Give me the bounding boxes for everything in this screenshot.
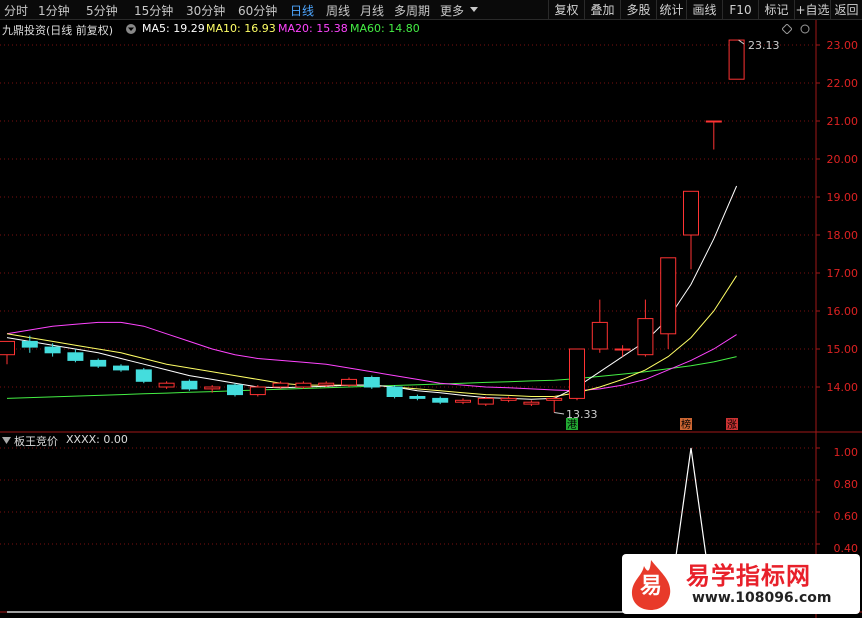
watermark-logo-char: 易	[640, 574, 663, 599]
candle-body	[181, 380, 198, 390]
sub-tick: 1.00	[834, 446, 859, 459]
candle-body	[341, 378, 357, 386]
sub-tick: 0.60	[834, 510, 859, 523]
candle	[546, 396, 563, 413]
candle	[569, 348, 585, 401]
candle	[295, 381, 312, 389]
candle	[249, 385, 266, 397]
candle-body	[21, 340, 38, 348]
candle-body	[67, 352, 84, 361]
tag-bang: 榜	[681, 418, 691, 431]
candle-body	[227, 384, 243, 396]
candle	[135, 368, 152, 384]
candle	[523, 400, 540, 406]
price-tick: 20.00	[827, 153, 859, 166]
high-price-annotation: 23.13	[748, 39, 780, 52]
candle	[432, 396, 449, 405]
candle-body	[455, 399, 471, 403]
price-tick: 23.00	[827, 39, 859, 52]
candle-body	[295, 382, 312, 388]
candle-body	[318, 382, 335, 386]
price-tick: 17.00	[827, 267, 859, 280]
price-tick: 21.00	[827, 115, 859, 128]
candle-body	[591, 321, 608, 350]
watermark-url: www.108096.com	[692, 590, 832, 606]
price-tick: 19.00	[827, 191, 859, 204]
candle-body	[90, 359, 107, 367]
price-tick: 16.00	[827, 305, 859, 318]
candle-body	[249, 386, 266, 396]
candle	[683, 190, 699, 270]
candle	[341, 377, 357, 387]
watermark-title: 易学指标网	[686, 562, 811, 590]
candle	[728, 39, 745, 80]
candle-body	[477, 397, 494, 405]
price-tick: 15.00	[827, 343, 859, 356]
price-tick: 22.00	[827, 77, 859, 90]
candle	[477, 396, 494, 406]
candle	[386, 385, 403, 399]
candle-body	[569, 348, 585, 399]
sub-tick: 0.80	[834, 478, 859, 491]
candle-body	[409, 396, 426, 399]
candle-body	[660, 257, 677, 335]
candle	[113, 364, 129, 372]
candle	[637, 299, 654, 357]
candle	[660, 257, 677, 349]
watermark-logo: 易 易学指标网 www.108096.com	[622, 554, 860, 614]
candle	[90, 358, 107, 368]
candle	[455, 398, 471, 405]
low-arrow	[554, 411, 565, 415]
candle-body	[113, 365, 129, 371]
candle	[500, 396, 517, 403]
candle	[409, 394, 426, 401]
chevron-down-icon[interactable]	[2, 436, 11, 445]
candle-body	[546, 397, 563, 401]
candle-body	[637, 318, 654, 356]
candle-body	[386, 386, 403, 397]
candle-body	[432, 397, 449, 403]
candle-body	[44, 346, 61, 354]
candle-body	[272, 382, 289, 388]
tag-gang: 港	[567, 419, 577, 431]
candle	[181, 379, 198, 391]
candle-body	[705, 120, 722, 123]
candle	[705, 120, 722, 150]
candle-body	[500, 397, 517, 401]
candle-body	[158, 382, 175, 388]
price-tick: 18.00	[827, 229, 859, 242]
candle-body	[135, 369, 152, 382]
candle-body	[523, 401, 540, 405]
candle-body	[204, 386, 221, 390]
price-tick: 14.00	[827, 381, 859, 394]
candle-body	[728, 39, 745, 80]
kline-chart[interactable]: 23.00 22.00 21.00 20.00 19.00 18.00 17.0…	[0, 0, 862, 618]
tag-zhang: 涨	[727, 419, 737, 431]
candle	[227, 383, 243, 397]
candle-body	[683, 190, 699, 236]
candle-body	[614, 348, 631, 351]
indicator-value: XXXX: 0.00	[66, 433, 128, 446]
candle	[614, 345, 631, 357]
candle	[0, 340, 15, 365]
candle	[363, 375, 380, 389]
candle-body	[0, 340, 15, 356]
candle	[67, 349, 84, 363]
candle	[158, 381, 175, 389]
candle	[591, 299, 608, 353]
candle-body	[363, 377, 380, 388]
indicator-label[interactable]: 板王竞价	[14, 433, 58, 449]
candle	[44, 343, 61, 357]
